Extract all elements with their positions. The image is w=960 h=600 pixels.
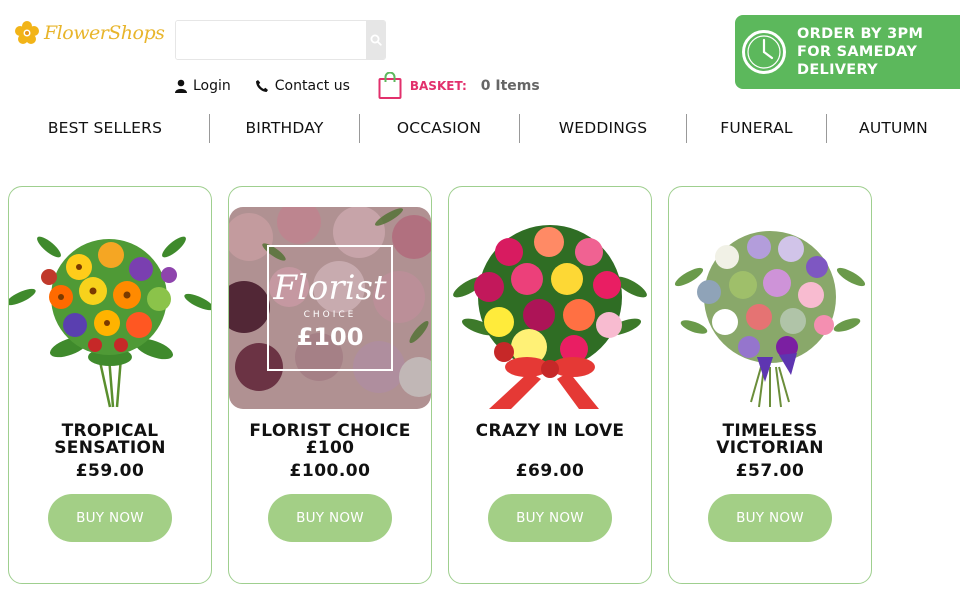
image-script-text: Florist	[272, 268, 387, 308]
product-image: Florist CHOICE £100	[229, 207, 431, 409]
product-price: £57.00	[735, 461, 805, 481]
product-image	[674, 231, 866, 408]
basket-label: BASKET:	[409, 79, 467, 93]
delivery-text: ORDER BY 3PM FOR SAMEDAY DELIVERY	[797, 25, 923, 79]
search-button[interactable]	[366, 21, 385, 59]
nav-item-autumn[interactable]: AUTUMN	[829, 110, 958, 146]
image-amount-text: £100	[297, 323, 364, 351]
product-name: CRAZY IN LOVE	[449, 423, 651, 440]
image-sub-text: CHOICE	[304, 310, 357, 320]
nav-item-occasion[interactable]: OCCASION	[362, 110, 516, 146]
nav-item-best-sellers[interactable]: BEST SELLERS	[10, 110, 200, 146]
product-image	[9, 236, 211, 408]
search-bar	[175, 20, 386, 60]
login-link[interactable]: Login	[175, 78, 231, 94]
basket-count: 0 Items	[480, 78, 540, 94]
clock-icon	[742, 30, 786, 74]
search-icon	[370, 34, 382, 46]
nav-item-funeral[interactable]: FUNERAL	[689, 110, 824, 146]
product-name-line: £100	[305, 438, 355, 458]
nav-divider	[686, 114, 687, 143]
product-name-line: SENSATION	[54, 438, 166, 458]
delivery-banner: ORDER BY 3PM FOR SAMEDAY DELIVERY	[735, 15, 960, 89]
product-price: £59.00	[75, 461, 145, 481]
contact-link[interactable]: Contact us	[255, 78, 350, 94]
login-label: Login	[193, 78, 231, 94]
product-card-tropical-sensation[interactable]: TROPICAL SENSATION £59.00 BUY NOW	[8, 186, 212, 584]
delivery-line-2: FOR SAMEDAY	[797, 44, 918, 60]
account-links: Login Contact us BASKET: 0 Items	[175, 72, 540, 100]
product-name: FLORIST CHOICE £100	[229, 423, 431, 457]
product-name-line: CRAZY IN LOVE	[475, 421, 625, 441]
buy-now-button[interactable]: BUY NOW	[48, 494, 172, 542]
user-icon	[175, 79, 187, 93]
nav-divider	[519, 114, 520, 143]
contact-label: Contact us	[274, 78, 350, 94]
buy-now-button[interactable]: BUY NOW	[268, 494, 392, 542]
page: FlowerShops Login Contact us BASKET: 0 I…	[0, 0, 960, 600]
product-image	[453, 225, 647, 409]
shopping-bag-icon	[378, 72, 402, 99]
product-name: TIMELESS VICTORIAN	[669, 423, 871, 457]
product-card-crazy-in-love[interactable]: CRAZY IN LOVE £69.00 BUY NOW	[448, 186, 652, 584]
phone-icon	[255, 80, 268, 92]
product-name-line: VICTORIAN	[716, 438, 824, 458]
nav-item-weddings[interactable]: WEDDINGS	[522, 110, 684, 146]
product-card-timeless-victorian[interactable]: TIMELESS VICTORIAN £57.00 BUY NOW	[668, 186, 872, 584]
product-card-florist-choice[interactable]: Florist CHOICE £100 FLORIST CHOICE £100 …	[228, 186, 432, 584]
product-price: £69.00	[515, 461, 585, 481]
flower-logo-icon	[15, 21, 39, 44]
nav-item-birthday[interactable]: BIRTHDAY	[212, 110, 357, 146]
delivery-line-1: ORDER BY 3PM	[797, 26, 924, 42]
product-price: £100.00	[289, 461, 371, 481]
search-input[interactable]	[176, 21, 366, 59]
nav-divider	[209, 114, 210, 143]
buy-now-button[interactable]: BUY NOW	[708, 494, 832, 542]
product-name: TROPICAL SENSATION	[9, 423, 211, 457]
site-logo[interactable]: FlowerShops	[14, 20, 165, 46]
basket-link[interactable]: BASKET: 0 Items	[378, 72, 540, 100]
buy-now-button[interactable]: BUY NOW	[488, 494, 612, 542]
logo-text: FlowerShops	[44, 22, 165, 44]
nav-divider	[826, 114, 827, 143]
delivery-line-3: DELIVERY	[797, 62, 878, 78]
nav-divider	[359, 114, 360, 143]
main-nav: BEST SELLERS BIRTHDAY OCCASION WEDDINGS …	[0, 110, 960, 146]
